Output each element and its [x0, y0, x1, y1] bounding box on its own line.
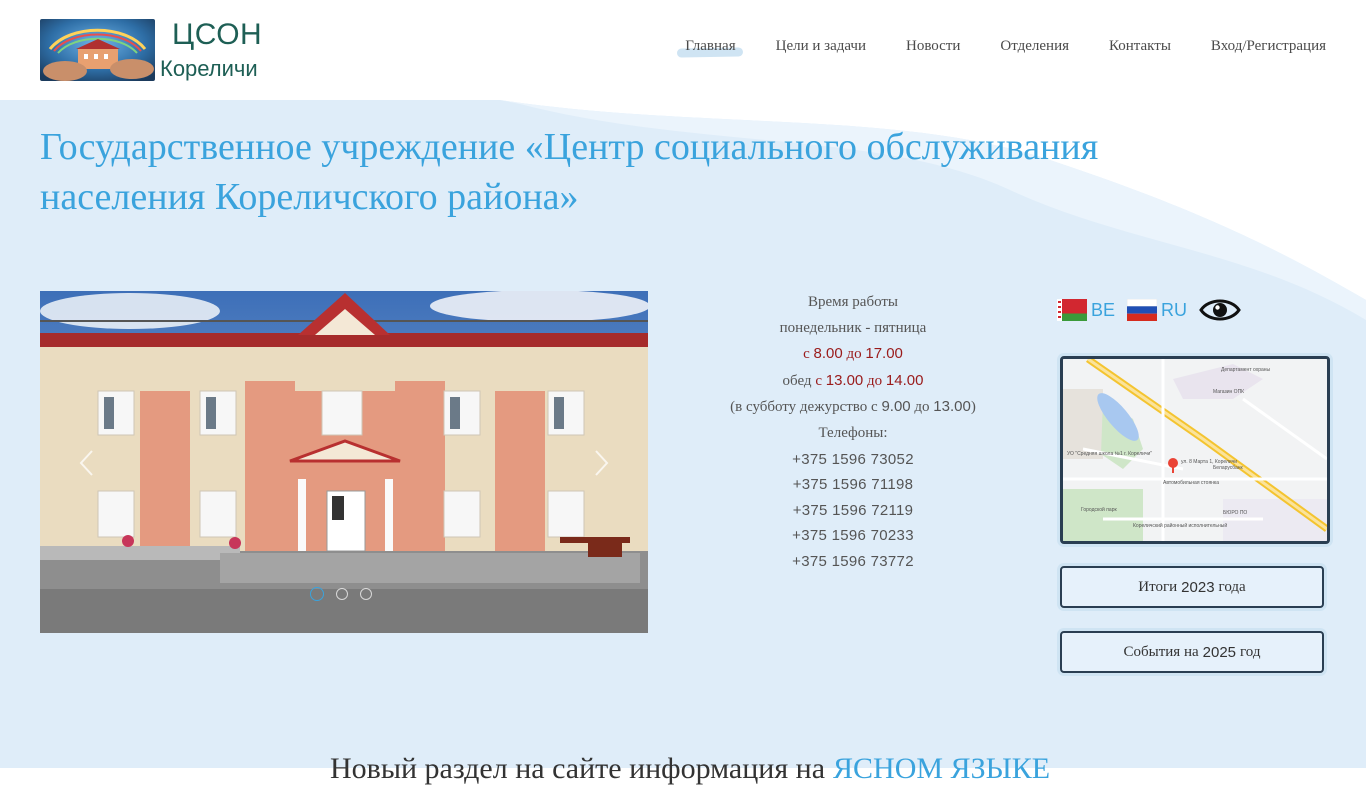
image-slider[interactable] [40, 291, 648, 633]
site-logo[interactable]: ЦСОН Кореличи [40, 18, 280, 84]
phone-number[interactable]: +375 1596 72119 [700, 498, 1006, 524]
site-header: ЦСОН Кореличи Главная Цели и задачи Ново… [0, 0, 1366, 100]
svg-text:Беларусбанк: Беларусбанк [1213, 465, 1244, 471]
nav-login[interactable]: Вход/Регистрация [1211, 38, 1326, 55]
location-map[interactable]: ул. 8 Марта 1, Кореличи УО "Средняя школ… [1060, 356, 1330, 544]
lang-be-link[interactable]: BE [1057, 299, 1115, 321]
phone-number[interactable]: +375 1596 71198 [700, 472, 1006, 498]
svg-text:Кореличский районный исполните: Кореличский районный исполнительный [1133, 522, 1227, 529]
hours-heading: Время работы [807, 294, 899, 310]
slider-dot-1[interactable] [310, 587, 324, 601]
belarus-flag-icon [1057, 299, 1087, 321]
svg-text:Магазин ОПК: Магазин ОПК [1213, 389, 1244, 395]
phone-number[interactable]: +375 1596 73052 [700, 447, 1006, 473]
svg-text:БЮРО ПО: БЮРО ПО [1223, 510, 1247, 516]
working-hours-block: Время работы понедельник - пятница с 8.0… [700, 290, 1006, 575]
phone-number[interactable]: +375 1596 70233 [700, 523, 1006, 549]
nav-contacts[interactable]: Контакты [1109, 38, 1171, 55]
nav-goals[interactable]: Цели и задачи [776, 38, 866, 55]
svg-text:Городской парк: Городской парк [1081, 506, 1117, 513]
hours-time: с 8.00 до 17.00 [803, 345, 903, 363]
logo-subtitle: Кореличи [160, 56, 258, 81]
slider-prev-arrow[interactable] [76, 448, 98, 478]
russia-flag-icon [1127, 299, 1158, 321]
plain-language-link[interactable]: ЯСНОМ ЯЗЫКЕ [833, 752, 1050, 785]
logo-image [40, 19, 155, 81]
slider-dot-3[interactable] [360, 588, 372, 600]
slide-photo [40, 291, 648, 633]
phones-label: Телефоны: [818, 424, 888, 441]
language-switcher: BE RU [1057, 295, 1241, 325]
lunch-time: обед с 13.00 до 14.00 [782, 371, 924, 389]
lang-ru-label: RU [1161, 299, 1188, 320]
svg-text:Автомобильная стоянка: Автомобильная стоянка [1163, 480, 1219, 486]
nav-departments[interactable]: Отделения [1000, 38, 1069, 55]
logo-title: ЦСОН [172, 18, 263, 51]
page-title: Государственное учреждение «Центр социал… [40, 126, 1099, 218]
eye-icon[interactable] [1199, 295, 1241, 325]
map-image: ул. 8 Марта 1, Кореличи УО "Средняя школ… [1063, 359, 1327, 541]
lang-ru-link[interactable]: RU [1127, 299, 1187, 321]
main-nav: Главная Цели и задачи Новости Отделения … [685, 38, 1326, 55]
nav-home[interactable]: Главная [685, 38, 735, 55]
svg-text:УО "Средняя школа №1 г. Корели: УО "Средняя школа №1 г. Кореличи" [1067, 451, 1152, 457]
saturday-duty: (в субботу дежурство с 9.00 до 13.00) [730, 398, 976, 416]
phone-number[interactable]: +375 1596 73772 [700, 549, 1006, 575]
slider-next-arrow[interactable] [590, 448, 612, 478]
slider-dot-2[interactable] [336, 588, 348, 600]
events-2025-button[interactable]: События на 2025 год [1060, 631, 1324, 673]
plain-language-heading: Новый раздел на сайте информация на ЯСНОМ… [330, 752, 1051, 785]
slider-dots [310, 587, 372, 601]
svg-text:Департамент охраны: Департамент охраны [1221, 367, 1271, 373]
results-2023-button[interactable]: Итоги 2023 года [1060, 566, 1324, 608]
nav-news[interactable]: Новости [906, 38, 960, 55]
lang-be-label: BE [1091, 299, 1116, 320]
hours-days: понедельник - пятница [779, 319, 927, 336]
